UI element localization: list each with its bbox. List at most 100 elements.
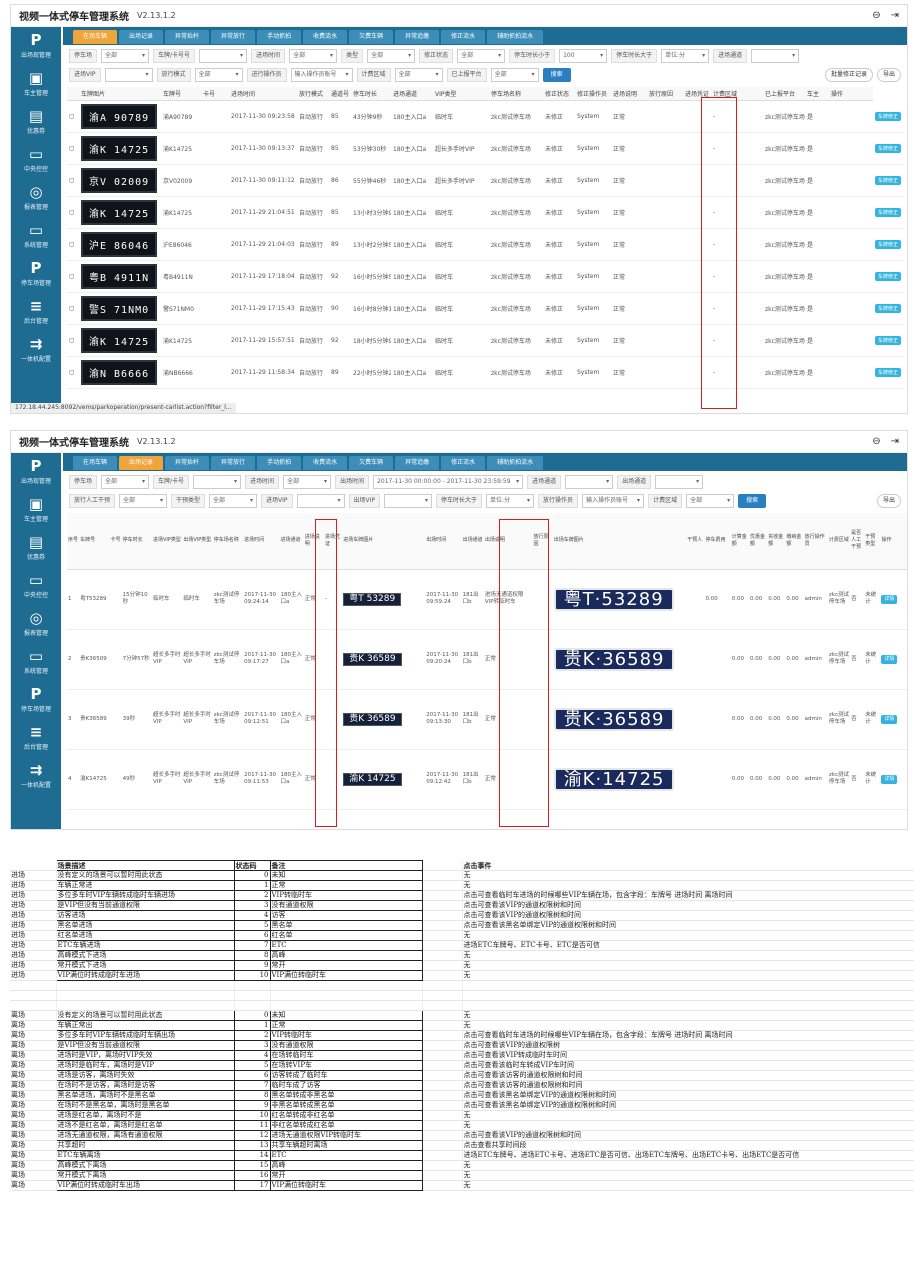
filter-field[interactable]: 全部 (289, 48, 338, 63)
table-cell[interactable]: 正常 (483, 749, 533, 810)
row-checkbox[interactable]: ▢ (67, 324, 79, 357)
tab[interactable]: 欠费车辆 (349, 30, 394, 44)
fix-plate-button[interactable]: 车牌修正 (875, 240, 902, 249)
sidebar-item[interactable]: ≡ 后台管理 (11, 293, 61, 331)
table-cell[interactable]: 正常 (303, 749, 325, 810)
table-cell[interactable]: 正常 (611, 228, 647, 261)
user-icon[interactable]: ⊖ (872, 436, 880, 447)
filter-field[interactable] (104, 67, 153, 82)
tab[interactable]: 出场记录 (119, 456, 164, 470)
table-row[interactable]: ▢ 渝A 90789 渝A90789 2017-11-30 09:23:58 自动放行 8… (67, 100, 905, 133)
exit-plate-image[interactable]: 贵K·36589 (553, 647, 675, 671)
table-cell[interactable]: 正常 (483, 689, 533, 750)
sidebar-item[interactable]: ▣ 车主管理 (11, 491, 61, 529)
fix-plate-button[interactable]: 车牌修正 (875, 304, 902, 313)
tab[interactable]: 手动抓拍 (257, 30, 302, 44)
filter-field[interactable] (565, 474, 614, 489)
tab[interactable]: 欠费车辆 (349, 456, 394, 470)
sidebar-item[interactable]: ▭ 系统管理 (11, 217, 61, 255)
fix-plate-button[interactable]: 车牌修正 (875, 208, 902, 217)
sidebar-item[interactable]: P 停车场管理 (11, 681, 61, 719)
filter-field[interactable]: 全部 (457, 48, 506, 63)
filter-field[interactable] (193, 474, 242, 489)
row-checkbox[interactable]: ▢ (67, 292, 79, 325)
plate-image[interactable]: 沪E 86046 (81, 232, 158, 257)
table-row[interactable]: ▢ 渝K 14725 渝K14725 2017-11-29 15:57:51 自动放行 9… (67, 324, 905, 357)
plate-image[interactable]: 渝K 14725 (81, 136, 158, 161)
filter-field[interactable]: 全部 (283, 474, 332, 489)
tab[interactable]: 修正流水 (441, 30, 486, 44)
filter-field[interactable]: 单位:分 (661, 48, 710, 63)
filter-field[interactable]: 全部 (490, 67, 539, 82)
table-cell[interactable]: 进场无通道权限VIP转临时车 (483, 569, 533, 630)
detail-button[interactable]: 详情 (881, 654, 898, 664)
tab[interactable]: 在场车辆 (73, 30, 118, 44)
entry-plate-image[interactable]: 渝K 14725 (343, 772, 402, 786)
detail-button[interactable]: 详情 (881, 774, 898, 784)
table-row[interactable]: ▢ 粤B 4911N 粤B4911N 2017-11-29 17:18:04 自动放行 9… (67, 260, 905, 293)
filter-field[interactable]: 全部 (367, 48, 416, 63)
sidebar-item[interactable]: ◎ 报表管理 (11, 605, 61, 643)
filter-field[interactable]: 输入操作员账号 (290, 67, 353, 82)
filter-field[interactable]: 输入操作员账号 (582, 493, 645, 508)
filter-field[interactable]: 全部 (101, 48, 150, 63)
row-checkbox[interactable]: ▢ (67, 228, 79, 261)
table-cell[interactable]: 正常 (611, 260, 647, 293)
sidebar-item[interactable]: ⇉ 一体机配置 (11, 757, 61, 795)
sidebar-item[interactable]: ▤ 优惠券 (11, 529, 61, 567)
table-cell[interactable]: 正常 (611, 164, 647, 197)
plate-image[interactable]: 粤B 4911N (81, 264, 158, 289)
exit-plate-image[interactable]: 渝K·14725 (553, 767, 675, 791)
plate-image[interactable]: 渝N B6666 (81, 360, 158, 385)
table-row[interactable]: ▢ 渝K 14725 渝K14725 2017-11-29 21:04:51 自动放行 8… (67, 196, 905, 229)
entry-plate-image[interactable]: 贵K 36589 (343, 652, 402, 666)
entry-plate-image[interactable]: 粤T 53289 (343, 592, 402, 606)
table-cell[interactable]: 正常 (611, 100, 647, 133)
sidebar-item[interactable]: ▭ 中央控控 (11, 141, 61, 179)
exit-plate-image[interactable]: 粤T·53289 (553, 587, 674, 611)
sidebar-item[interactable]: ▣ 车主管理 (11, 65, 61, 103)
export-button[interactable]: 导出 (876, 67, 901, 82)
detail-button[interactable]: 详情 (881, 594, 898, 604)
plate-image[interactable]: 渝K 14725 (81, 328, 158, 353)
plate-image[interactable]: 京V 02009 (81, 168, 158, 193)
table-cell[interactable]: 正常 (303, 689, 325, 750)
table-row[interactable]: ▢ 京V 02009 京V02009 2017-11-30 09:11:12 自动放行 8… (67, 164, 905, 197)
search-button[interactable]: 搜索 (542, 67, 571, 82)
export-button[interactable]: 导出 (876, 493, 901, 508)
table-row[interactable]: ▢ 渝N B6666 渝NB6666 2017-11-29 11:58:34 自动放行 8… (67, 356, 905, 389)
tab[interactable]: 异常追缴 (395, 30, 440, 44)
table-row[interactable]: 2 贵K36509 7分钟57秒 超长多手时VIP 超长多手时VIP zkc测试停车场 20… (67, 629, 907, 690)
filter-field[interactable]: 全部 (101, 474, 150, 489)
filter-field[interactable]: 全部 (686, 493, 735, 508)
sidebar-item[interactable]: ▭ 系统管理 (11, 643, 61, 681)
tab[interactable]: 异常放行 (211, 456, 256, 470)
fix-plate-button[interactable]: 车牌修正 (875, 176, 902, 185)
plate-image[interactable]: 渝A 90789 (81, 104, 158, 129)
sidebar-item[interactable]: P 停车场管理 (11, 255, 61, 293)
tab[interactable]: 修正流水 (441, 456, 486, 470)
entry-plate-image[interactable]: 贵K 36589 (343, 712, 402, 726)
tab[interactable]: 手动抓拍 (257, 456, 302, 470)
fix-plate-button[interactable]: 车牌修正 (875, 272, 902, 281)
filter-field[interactable] (655, 474, 704, 489)
table-cell[interactable]: 正常 (303, 629, 325, 690)
table-cell[interactable]: 正常 (611, 356, 647, 389)
search-button[interactable]: 搜索 (738, 493, 767, 508)
filter-field[interactable] (751, 48, 800, 63)
tab[interactable]: 异常放行 (211, 30, 256, 44)
tab[interactable]: 辅助抓拍流水 (487, 30, 544, 44)
sidebar-item[interactable]: P 出场现管理 (11, 27, 61, 65)
table-cell[interactable]: 正常 (611, 324, 647, 357)
filter-field[interactable]: 全部 (209, 493, 258, 508)
sidebar-item[interactable]: ▭ 中央控控 (11, 567, 61, 605)
detail-button[interactable]: 详情 (881, 714, 898, 724)
row-checkbox[interactable]: ▢ (67, 100, 79, 133)
table-row[interactable]: ▢ 沪E 86046 沪E86046 2017-11-29 21:04:03 自动放行 8… (67, 228, 905, 261)
tab[interactable]: 异常追缴 (395, 456, 440, 470)
logout-icon[interactable]: ⇥ (891, 436, 899, 447)
tab[interactable]: 在场车辆 (73, 456, 118, 470)
plate-image[interactable]: 警S 71NM0 (81, 296, 158, 321)
fix-plate-button[interactable]: 车牌修正 (875, 336, 902, 345)
row-checkbox[interactable]: ▢ (67, 164, 79, 197)
